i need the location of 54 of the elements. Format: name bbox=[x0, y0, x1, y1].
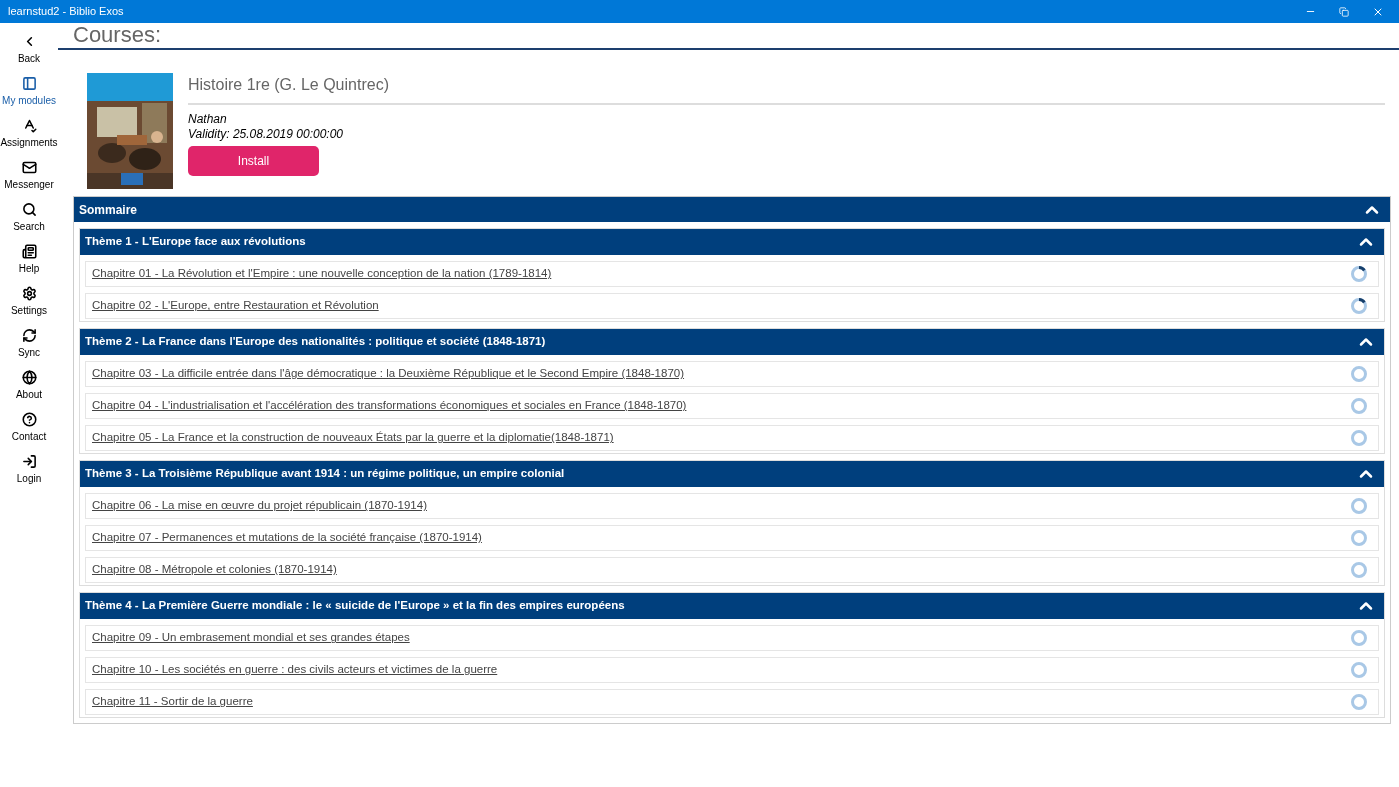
settings-icon bbox=[21, 285, 37, 301]
progress-ring bbox=[1350, 661, 1368, 679]
search-icon bbox=[21, 201, 37, 217]
restore-icon bbox=[1339, 6, 1349, 17]
summary-header[interactable]: Sommaire bbox=[74, 197, 1390, 222]
sidebar-item[interactable]: Search bbox=[1, 198, 57, 237]
sidebar-item[interactable]: Login bbox=[1, 450, 57, 489]
chapter-link[interactable]: Chapitre 09 - Un embrasement mondial et ses grandes étapes bbox=[92, 629, 410, 647]
course-title: Histoire 1re (G. Le Quintrec) bbox=[188, 73, 1385, 105]
theme-header[interactable]: Thème 2 - La France dans l'Europe des nationalités : politique et société (1848-1871) bbox=[80, 329, 1384, 355]
chapter-link[interactable]: Chapitre 06 - La mise en œuvre du projet républicain (1870-1914) bbox=[92, 497, 427, 515]
chapter-link[interactable]: Chapitre 07 - Permanences et mutations de la société française (1870-1914) bbox=[92, 529, 482, 547]
window-title: learnstud2 - Biblio Exos bbox=[7, 4, 125, 20]
progress-ring bbox=[1350, 397, 1368, 415]
chapter-link[interactable]: Chapitre 10 - Les sociétés en guerre : des civils acteurs et victimes de la guerre bbox=[92, 661, 498, 679]
chapter-link[interactable]: Chapitre 11 - Sortir de la guerre bbox=[92, 693, 253, 711]
sync-icon bbox=[21, 327, 37, 343]
sidebar-item[interactable]: Contact bbox=[1, 408, 57, 447]
progress-ring bbox=[1350, 529, 1368, 547]
sidebar-item[interactable]: My modules bbox=[1, 72, 57, 111]
page-title: Courses: bbox=[73, 22, 162, 48]
install-button[interactable]: Install bbox=[188, 146, 319, 176]
progress-ring bbox=[1350, 429, 1368, 447]
progress-ring bbox=[1350, 629, 1368, 647]
progress-ring bbox=[1350, 561, 1368, 579]
chapter-link[interactable]: Chapitre 01 - La Révolution et l'Empire : une nouvelle conception de la nation (1789-1814) bbox=[92, 265, 552, 283]
validity: Validity: 25.08.2019 00:00:00 bbox=[188, 127, 344, 142]
progress-ring bbox=[1350, 297, 1368, 315]
theme-header[interactable]: Thème 4 - La Première Guerre mondiale : le « suicide de l'Europe » et la fin des empires européens bbox=[80, 593, 1384, 619]
publisher: Nathan bbox=[188, 112, 228, 127]
chapter-link[interactable]: Chapitre 04 - L'industrialisation et l'accélération des transformations économiques et sociales en France (1848-1870) bbox=[92, 397, 687, 415]
theme-header[interactable]: Thème 1 - L'Europe face aux révolutions bbox=[80, 229, 1384, 255]
globe-icon bbox=[21, 369, 37, 385]
progress-ring bbox=[1350, 365, 1368, 383]
chapter-link[interactable]: Chapitre 02 - L'Europe, entre Restauration et Révolution bbox=[92, 297, 379, 315]
sidebar-item[interactable]: Messenger bbox=[1, 156, 57, 195]
newspaper-icon bbox=[21, 243, 37, 259]
sidebar-item[interactable]: Sync bbox=[1, 324, 57, 363]
sidebar-item[interactable]: Settings bbox=[1, 282, 57, 321]
progress-ring bbox=[1350, 265, 1368, 283]
help-icon bbox=[21, 411, 37, 427]
chapter-link[interactable]: Chapitre 03 - La difficile entrée dans l'âge démocratique : la Deuxième République et le Second Empire (1848-1870) bbox=[92, 365, 685, 383]
panel-icon bbox=[21, 75, 37, 91]
sidebar-item[interactable]: Help bbox=[1, 240, 57, 279]
theme-header[interactable]: Thème 3 - La Troisième République avant 1914 : un régime politique, un empire colonial bbox=[80, 461, 1384, 487]
envelope-icon bbox=[21, 159, 37, 175]
chapter-link[interactable]: Chapitre 05 - La France et la construction de nouveaux États par la guerre et la diplomatie(1848-1871) bbox=[92, 429, 614, 447]
sidebar-item[interactable]: Back bbox=[1, 30, 57, 69]
chapter-link[interactable]: Chapitre 08 - Métropole et colonies (1870-1914) bbox=[92, 561, 337, 579]
progress-ring bbox=[1350, 693, 1368, 711]
progress-ring bbox=[1350, 497, 1368, 515]
login-icon bbox=[21, 453, 37, 469]
sidebar-item[interactable]: Assignments bbox=[1, 114, 57, 153]
sidebar-item[interactable]: About bbox=[1, 366, 57, 405]
